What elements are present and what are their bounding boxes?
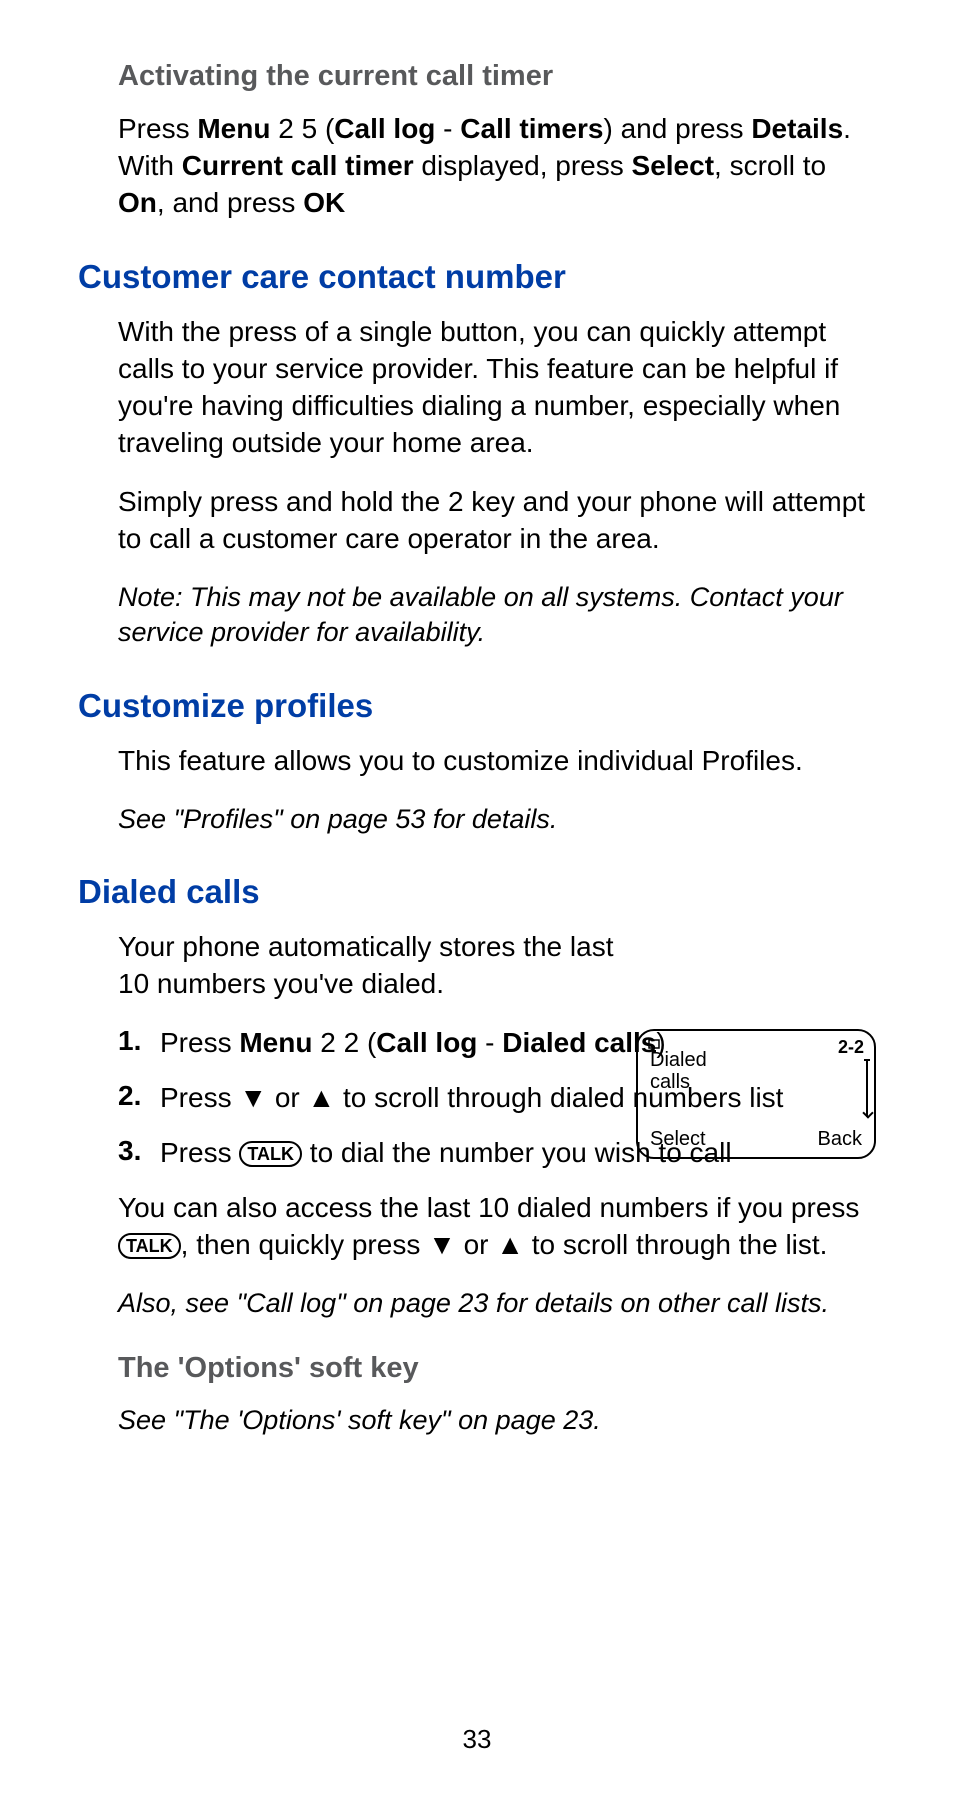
text-fragment: 2 2 ( <box>312 1027 376 1058</box>
text-fragment: displayed, press <box>414 150 632 181</box>
menu-dialed-calls: Dialed calls <box>502 1027 656 1058</box>
note-customize-profiles: See "Profiles" on page 53 for details. <box>118 802 876 838</box>
text-fragment: , then quickly press ▼ or ▲ to scroll th… <box>181 1229 828 1260</box>
page-number: 33 <box>0 1724 954 1755</box>
key-ok: OK <box>303 187 345 218</box>
phone-menu-index: 2-2 <box>838 1037 864 1058</box>
talk-key-icon: TALK <box>239 1141 302 1167</box>
menu-call-timers: Call timers <box>460 113 603 144</box>
menu-call-log: Call log <box>376 1027 477 1058</box>
para-dialed-intro: Your phone automatically stores the last… <box>118 929 638 1003</box>
text-fragment: ) and press <box>603 113 751 144</box>
phone-screen-illustration: 2-2 Dialed calls Select Back <box>636 1029 876 1159</box>
heading-dialed-calls: Dialed calls <box>78 873 876 911</box>
para-customize-profiles: This feature allows you to customize ind… <box>118 743 876 780</box>
option-on: On <box>118 187 157 218</box>
step-number: 2. <box>118 1080 160 1112</box>
text-fragment: Press <box>160 1027 239 1058</box>
step-1-text: Press Menu 2 2 (Call log - Dialed calls) <box>160 1025 680 1062</box>
text-fragment: 2 5 ( <box>270 113 334 144</box>
key-menu: Menu <box>197 113 270 144</box>
text-fragment: Press <box>160 1137 239 1168</box>
manual-page: Activating the current call timer Press … <box>0 0 954 1803</box>
phone-softkey-right: Back <box>818 1128 862 1151</box>
para-dialed-access: You can also access the last 10 dialed n… <box>118 1190 876 1264</box>
heading-customer-care: Customer care contact number <box>78 258 876 296</box>
note-dialed-calls: Also, see "Call log" on page 23 for deta… <box>118 1286 876 1322</box>
text-fragment: You can also access the last 10 dialed n… <box>118 1192 859 1223</box>
text-fragment: - <box>477 1027 502 1058</box>
menu-call-log: Call log <box>334 113 435 144</box>
talk-key-icon: TALK <box>118 1233 181 1259</box>
key-details: Details <box>751 113 843 144</box>
text-fragment: , scroll to <box>714 150 826 181</box>
note-customer-care: Note: This may not be available on all s… <box>118 580 876 651</box>
text-fragment: Press <box>118 113 197 144</box>
phone-screen-subtitle: calls <box>650 1071 690 1094</box>
label-current-call-timer: Current call timer <box>182 150 414 181</box>
para-activating-timer: Press Menu 2 5 (Call log - Call timers) … <box>118 111 876 222</box>
note-options-softkey: See "The 'Options' soft key" on page 23. <box>118 1403 876 1439</box>
key-menu: Menu <box>239 1027 312 1058</box>
heading-customize-profiles: Customize profiles <box>78 687 876 725</box>
para-customer-care-1: With the press of a single button, you c… <box>118 314 876 462</box>
heading-activating-timer: Activating the current call timer <box>118 60 876 93</box>
step-number: 1. <box>118 1025 160 1057</box>
key-select: Select <box>632 150 715 181</box>
text-fragment: , and press <box>157 187 303 218</box>
phone-scrollbar-icon <box>866 1059 868 1117</box>
heading-options-softkey: The 'Options' soft key <box>118 1352 876 1385</box>
phone-softkey-left: Select <box>650 1128 706 1151</box>
text-fragment: - <box>435 113 460 144</box>
phone-screen-title: Dialed <box>650 1049 707 1072</box>
step-number: 3. <box>118 1135 160 1167</box>
para-customer-care-2: Simply press and hold the 2 key and your… <box>118 484 876 558</box>
